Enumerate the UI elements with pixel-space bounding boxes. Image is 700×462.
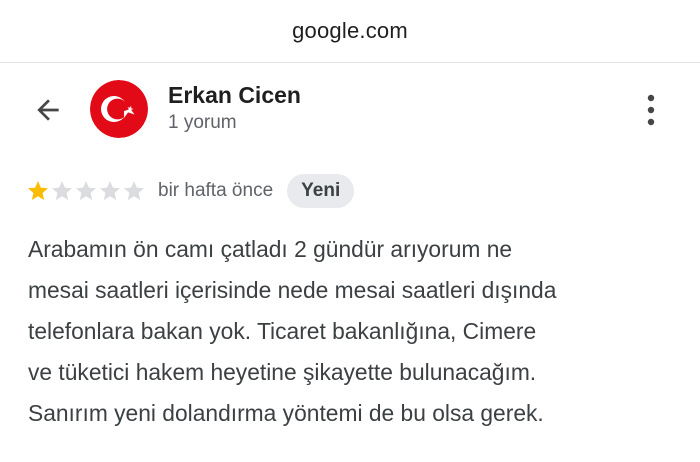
review-meta: bir hafta önce Yeni [26, 173, 355, 209]
turkey-flag-icon [90, 80, 148, 138]
arrow-left-icon [37, 99, 59, 121]
review-time: bir hafta önce [158, 180, 274, 201]
star-empty-icon [76, 181, 96, 200]
review-text-line: Arabamın ön camı çatladı 2 gündür arıyor… [28, 236, 513, 262]
reviewer-review-count: 1 yorum [168, 112, 237, 133]
review-text: Arabamın ön camı çatladı 2 gündür arıyor… [28, 229, 678, 434]
star-empty-icon [124, 181, 144, 200]
avatar[interactable] [90, 80, 148, 138]
address-bar[interactable]: google.com [0, 0, 700, 63]
review-text-line: mesai saatleri içerisinde nede mesai saa… [28, 277, 557, 303]
more-vert-icon [647, 94, 655, 126]
star-rating [26, 179, 146, 203]
more-options-button[interactable] [636, 88, 666, 132]
reviewer-header: Erkan Cicen 1 yorum [0, 62, 700, 162]
back-button[interactable] [28, 90, 68, 130]
review-text-line: ve tüketici hakem heyetine şikayette bul… [28, 359, 537, 385]
review-text-line: telefonlara bakan yok. Ticaret bakanlığı… [28, 318, 537, 344]
new-badge: Yeni [287, 174, 355, 208]
address-bar-domain: google.com [292, 18, 408, 43]
star-empty-icon [52, 181, 72, 200]
star-filled-icon [28, 181, 48, 200]
reviewer-name[interactable]: Erkan Cicen [168, 82, 301, 109]
star-empty-icon [100, 181, 120, 200]
review-text-line: Sanırım yeni dolandırma yöntemi de bu ol… [28, 400, 544, 426]
